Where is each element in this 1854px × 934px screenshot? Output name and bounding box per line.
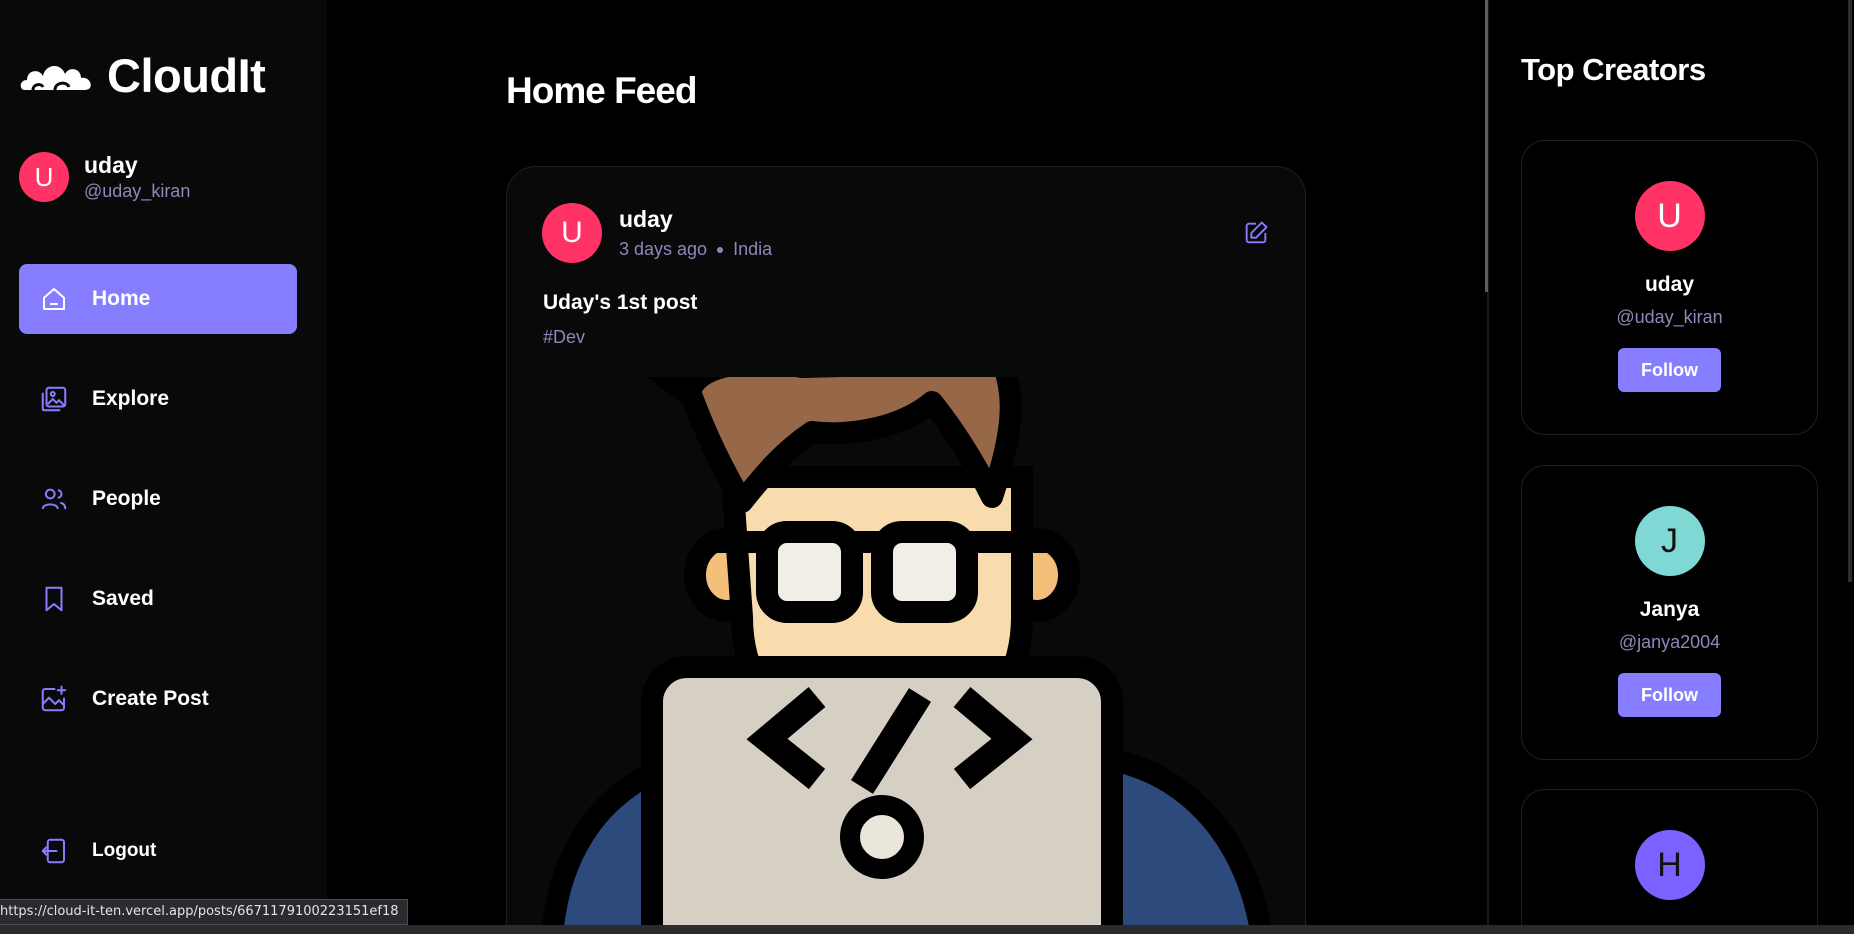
post-caption: Uday's 1st post bbox=[543, 291, 698, 314]
edit-icon[interactable] bbox=[1242, 219, 1270, 247]
scrollbar[interactable] bbox=[1848, 0, 1852, 582]
post-card[interactable]: U uday 3 days ago India Uday's 1st post … bbox=[506, 166, 1306, 934]
nav-label: Saved bbox=[92, 587, 154, 610]
nav-item-home[interactable]: Home bbox=[19, 264, 297, 334]
creator-card[interactable]: U uday @uday_kiran Follow bbox=[1521, 140, 1818, 435]
post-time: 3 days ago bbox=[619, 239, 708, 259]
follow-button[interactable]: Follow bbox=[1618, 348, 1721, 392]
add-image-icon bbox=[41, 685, 67, 712]
app-name: CloudIt bbox=[107, 49, 266, 102]
creator-handle: @uday_kiran bbox=[1616, 307, 1723, 327]
creator-name: Janya bbox=[1639, 598, 1700, 621]
cloud-logo-icon bbox=[20, 65, 91, 90]
page-title: Home Feed bbox=[506, 70, 697, 111]
current-user-profile[interactable]: U uday @uday_kiran bbox=[19, 152, 190, 202]
avatar-initial: U bbox=[34, 161, 54, 192]
avatar-initial: U bbox=[561, 216, 583, 249]
separator-dot bbox=[717, 246, 724, 253]
avatar-initial: U bbox=[1657, 196, 1682, 235]
post-image[interactable] bbox=[542, 377, 1272, 934]
post-author[interactable]: uday bbox=[619, 206, 772, 233]
home-icon bbox=[43, 288, 65, 310]
nav-item-saved[interactable]: Saved bbox=[19, 564, 297, 634]
logout-label: Logout bbox=[92, 840, 157, 861]
gallery-icon bbox=[41, 386, 67, 412]
scrollbar[interactable] bbox=[1485, 0, 1488, 292]
creator-name: uday bbox=[1644, 273, 1694, 296]
avatar[interactable]: U bbox=[542, 203, 602, 263]
logout-icon bbox=[41, 838, 65, 864]
avatar[interactable]: J bbox=[1634, 506, 1705, 576]
bookmark-icon bbox=[45, 586, 63, 612]
window-bottom-edge bbox=[0, 925, 1854, 934]
avatar[interactable]: H bbox=[1634, 830, 1705, 900]
nav-label: People bbox=[92, 487, 161, 510]
people-icon bbox=[41, 488, 67, 510]
user-handle: @uday_kiran bbox=[84, 181, 191, 201]
nav-label: Home bbox=[92, 287, 151, 310]
logout-button[interactable]: Logout bbox=[19, 816, 156, 886]
avatar: U bbox=[19, 152, 69, 202]
post-meta: 3 days ago India bbox=[619, 239, 772, 260]
nav-label: Create Post bbox=[92, 687, 209, 710]
post-location: India bbox=[733, 239, 773, 259]
user-name: uday bbox=[84, 152, 138, 178]
avatar[interactable]: U bbox=[1634, 181, 1705, 251]
post-header: U uday 3 days ago India bbox=[542, 203, 772, 263]
main-nav: Home Explore People Saved Create Post bbox=[19, 264, 297, 764]
app-logo[interactable]: CloudIt bbox=[19, 48, 266, 103]
follow-button[interactable]: Follow bbox=[1618, 673, 1721, 717]
status-url: https://cloud-it-ten.vercel.app/posts/66… bbox=[0, 899, 408, 925]
nav-item-create-post[interactable]: Create Post bbox=[19, 664, 297, 734]
left-sidebar: CloudIt U uday @uday_kiran Home Explore bbox=[0, 0, 327, 934]
creator-card[interactable]: J Janya @janya2004 Follow bbox=[1521, 465, 1818, 760]
creator-card[interactable]: H bbox=[1521, 789, 1818, 934]
creator-handle: @janya2004 bbox=[1618, 632, 1721, 652]
post-tags[interactable]: #Dev bbox=[543, 327, 585, 348]
nav-item-explore[interactable]: Explore bbox=[19, 364, 297, 434]
nav-item-people[interactable]: People bbox=[19, 464, 297, 534]
right-sidebar: Top Creators U uday @uday_kiran Follow J… bbox=[1487, 0, 1854, 934]
top-creators-title: Top Creators bbox=[1521, 52, 1706, 87]
nav-label: Explore bbox=[92, 387, 170, 410]
avatar-initial: J bbox=[1661, 521, 1678, 560]
avatar-initial: H bbox=[1657, 845, 1682, 884]
developer-illustration bbox=[542, 377, 1272, 934]
